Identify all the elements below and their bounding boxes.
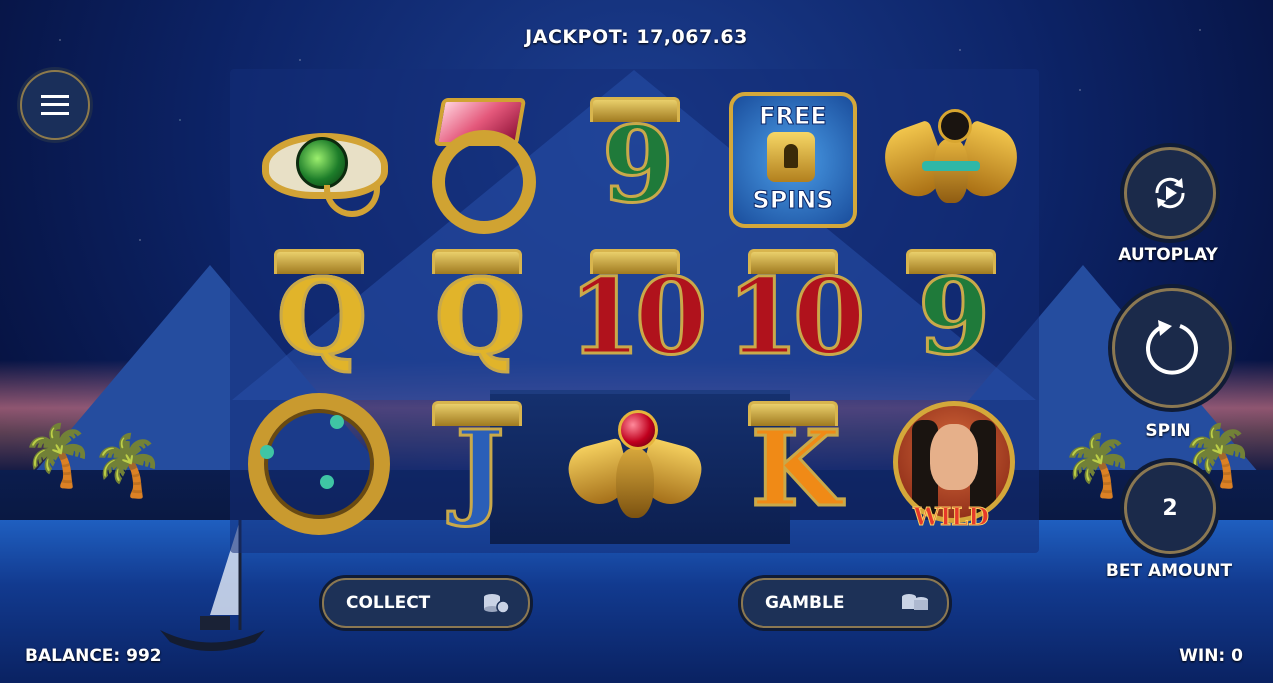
gem-ring-icon [422, 98, 536, 234]
jackpot-display: JACKPOT: 17,067.63 [0, 26, 1273, 48]
spin-button[interactable] [1112, 288, 1232, 408]
padlock-icon [767, 132, 815, 182]
coins-collect-icon [484, 594, 510, 614]
wild-text: WILD [913, 502, 990, 532]
balance-value: 992 [126, 646, 162, 666]
jack-symbol: J [454, 407, 506, 530]
reel-cell: WILD [872, 388, 1030, 540]
menu-button[interactable] [20, 70, 90, 140]
reel-cell: 10 [714, 236, 872, 388]
autoplay-button[interactable] [1124, 147, 1216, 239]
ten-symbol: 10 [725, 255, 867, 378]
free-spins-bottom-text: SPINS [752, 186, 834, 215]
king-symbol: K [749, 407, 842, 530]
palm-tree-icon: 🌴 [20, 421, 95, 491]
reel-cell: Q [240, 236, 398, 388]
reel-cell [872, 84, 1030, 236]
reel-cell [240, 84, 398, 236]
nine-symbol: 9 [600, 103, 675, 226]
bet-amount-button[interactable]: 2 [1124, 462, 1216, 554]
red-jewel-scarab-icon [563, 404, 707, 524]
spin-label: SPIN [1145, 421, 1191, 441]
nine-symbol: 9 [916, 255, 991, 378]
reel-cell: 9 [872, 236, 1030, 388]
palm-tree-icon: 🌴 [90, 431, 165, 501]
spin-arrow-icon [1146, 320, 1198, 375]
reel-cell: 10 [556, 236, 714, 388]
eye-of-horus-icon [254, 115, 388, 217]
collect-label: COLLECT [346, 593, 431, 613]
jackpot-value: 17,067.63 [636, 26, 748, 48]
free-spins-top-text: FREE [759, 102, 828, 131]
bet-amount-value: 2 [1162, 495, 1178, 521]
free-spins-symbol: FREE SPINS [729, 92, 857, 228]
reel-cell: 9 [556, 84, 714, 236]
gamble-label: GAMBLE [765, 593, 845, 613]
winged-scarab-collar-icon [875, 105, 1027, 215]
cleopatra-wild-symbol: WILD [889, 397, 1015, 532]
autoplay-label: AUTOPLAY [1118, 245, 1218, 265]
balance-label: BALANCE: [25, 646, 121, 666]
balance-display: BALANCE: 992 [25, 646, 162, 666]
win-value: 0 [1231, 646, 1243, 666]
reel-cell: K [714, 388, 872, 540]
collect-button[interactable]: COLLECT [322, 578, 530, 628]
hamburger-menu-icon [41, 95, 69, 115]
reel-grid: 9 FREE SPINS Q Q 10 10 9 J K WILD [240, 84, 1030, 540]
win-display: WIN: 0 [1179, 646, 1243, 666]
jackpot-label: JACKPOT: [525, 26, 630, 48]
bet-amount-label: BET AMOUNT [1105, 561, 1233, 581]
reel-cell [556, 388, 714, 540]
queen-symbol: Q [275, 255, 369, 378]
reel-cell: FREE SPINS [714, 84, 872, 236]
reel-cell: J [398, 388, 556, 540]
reel-cell [398, 84, 556, 236]
autoplay-icon [1155, 177, 1185, 209]
reel-cell [240, 388, 398, 540]
win-label: WIN: [1179, 646, 1226, 666]
ten-symbol: 10 [567, 255, 709, 378]
queen-symbol: Q [433, 255, 527, 378]
coins-gamble-icon [902, 594, 928, 610]
gamble-button[interactable]: GAMBLE [741, 578, 949, 628]
serpent-ring-icon [248, 393, 390, 535]
reel-cell: Q [398, 236, 556, 388]
